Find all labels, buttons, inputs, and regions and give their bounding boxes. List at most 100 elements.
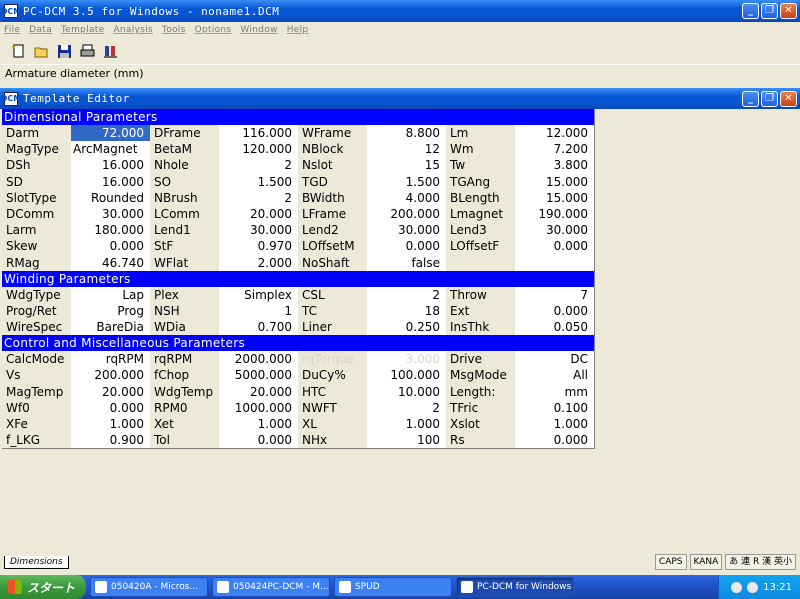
menu-analysis[interactable]: Analysis [113, 22, 152, 38]
editor-titlebar[interactable]: DCM Template Editor _ ❐ ✕ [0, 88, 800, 109]
editor-restore-button[interactable]: ❐ [761, 91, 778, 107]
parameter-value[interactable]: rqRPM [71, 351, 150, 368]
parameter-value[interactable]: 12.000 [515, 125, 594, 142]
parameter-value[interactable]: 0.000 [71, 238, 150, 255]
parameter-value[interactable]: 116.000 [219, 125, 298, 142]
parameter-value[interactable]: 200.000 [71, 367, 150, 384]
tray-icon[interactable] [731, 581, 743, 593]
parameter-value[interactable]: 0.900 [71, 432, 150, 449]
parameter-value[interactable]: 1.000 [515, 416, 594, 433]
print-icon[interactable] [79, 43, 96, 60]
parameter-value[interactable]: 0.970 [219, 238, 298, 255]
parameter-value[interactable]: 16.000 [71, 157, 150, 174]
parameter-value[interactable]: 15.000 [515, 189, 594, 206]
parameter-value[interactable] [515, 254, 594, 271]
parameter-value[interactable]: BareDia [71, 319, 150, 336]
parameter-value[interactable]: 10.000 [367, 383, 446, 400]
parameter-value[interactable]: 2.000 [219, 254, 298, 271]
parameter-value[interactable]: 7 [515, 286, 594, 303]
new-document-icon[interactable] [10, 43, 27, 60]
parameter-value[interactable]: 18 [367, 302, 446, 320]
parameter-value[interactable]: 2000.000 [219, 351, 298, 368]
app-titlebar[interactable]: DCM PC-DCM 3.5 for Windows - noname1.DCM… [0, 0, 800, 22]
parameter-value[interactable]: DC [515, 351, 594, 368]
parameter-value[interactable]: 0.000 [515, 238, 594, 255]
parameter-value[interactable]: 30.000 [367, 222, 446, 239]
parameter-value[interactable]: 30.000 [71, 205, 150, 223]
parameter-value[interactable]: 180.000 [71, 222, 150, 239]
menu-window[interactable]: Window [240, 22, 277, 38]
start-button[interactable]: スタート [0, 575, 86, 599]
parameter-value[interactable]: 1.500 [219, 173, 298, 190]
parameter-value[interactable]: 20.000 [219, 205, 298, 223]
parameter-value[interactable]: 3.000 [367, 351, 446, 368]
parameter-value[interactable]: 5000.000 [219, 367, 298, 384]
parameter-value[interactable]: 0.000 [367, 238, 446, 255]
parameter-value[interactable]: 2 [367, 399, 446, 416]
parameter-value[interactable]: 0.000 [219, 432, 298, 449]
motor-icon[interactable] [102, 43, 119, 60]
parameter-value[interactable]: Lap [71, 286, 150, 303]
menu-tools[interactable]: Tools [162, 22, 186, 38]
task-spud[interactable]: SPUD [334, 577, 452, 597]
parameter-value[interactable]: 7.200 [515, 141, 594, 158]
parameter-value[interactable]: Rounded [71, 189, 150, 206]
parameter-value[interactable]: All [515, 367, 594, 384]
parameter-value[interactable]: 30.000 [219, 222, 298, 239]
parameter-value[interactable]: 1 [219, 302, 298, 320]
minimize-button[interactable]: _ [742, 3, 759, 19]
parameter-value[interactable]: 200.000 [367, 205, 446, 223]
parameter-value[interactable]: Prog [71, 302, 150, 320]
clock[interactable]: 13:21 [763, 582, 792, 593]
menu-options[interactable]: Options [195, 22, 232, 38]
parameter-value[interactable]: 1.000 [367, 416, 446, 433]
parameter-value[interactable]: 2 [367, 286, 446, 303]
parameter-value[interactable]: 15.000 [515, 173, 594, 190]
parameter-value[interactable]: 100.000 [367, 367, 446, 384]
parameter-value[interactable]: 2 [219, 189, 298, 206]
parameter-value[interactable]: 20.000 [71, 383, 150, 400]
editor-minimize-button[interactable]: _ [742, 91, 759, 107]
parameter-value[interactable]: 16.000 [71, 173, 150, 190]
parameter-value[interactable]: Simplex [219, 286, 298, 303]
parameter-value[interactable]: 30.000 [515, 222, 594, 239]
parameter-value[interactable]: 0.000 [71, 399, 150, 416]
parameter-value[interactable]: 1.500 [367, 173, 446, 190]
parameter-value[interactable]: 4.000 [367, 189, 446, 206]
parameter-value[interactable]: ArcMagnet [71, 141, 150, 158]
parameter-value[interactable]: 8.800 [367, 125, 446, 142]
save-disk-icon[interactable] [56, 43, 73, 60]
parameter-value[interactable]: 20.000 [219, 383, 298, 400]
parameter-value[interactable]: 1.000 [71, 416, 150, 433]
parameter-value[interactable]: 120.000 [219, 141, 298, 158]
task-pcdcm-doc[interactable]: 050424PC-DCM - M... [212, 577, 330, 597]
parameter-value[interactable]: 3.800 [515, 157, 594, 174]
restore-button[interactable]: ❐ [761, 3, 778, 19]
menu-file[interactable]: File [4, 22, 20, 38]
menu-template[interactable]: Template [61, 22, 104, 38]
editor-close-button[interactable]: ✕ [780, 91, 797, 107]
menu-data[interactable]: Data [29, 22, 52, 38]
parameter-value[interactable]: 1000.000 [219, 399, 298, 416]
task-word-doc[interactable]: 050420A - Micros... [90, 577, 208, 597]
parameter-value[interactable]: 0.000 [515, 432, 594, 449]
tab-dimensions[interactable]: Dimensions [4, 556, 69, 569]
parameter-value[interactable]: 0.250 [367, 319, 446, 336]
parameter-value[interactable]: false [367, 254, 446, 271]
parameter-value[interactable]: 46.740 [71, 254, 150, 271]
parameter-value[interactable]: 72.000 [71, 125, 150, 142]
open-folder-icon[interactable] [33, 43, 50, 60]
parameter-value[interactable]: 1.000 [219, 416, 298, 433]
menu-help[interactable]: Help [287, 22, 309, 38]
parameter-value[interactable]: 15 [367, 157, 446, 174]
parameter-value[interactable]: 0.050 [515, 319, 594, 336]
tray-icon[interactable] [747, 581, 759, 593]
task-pcdcm-app[interactable]: PC-DCM for Windows [456, 577, 574, 597]
parameter-value[interactable]: mm [515, 383, 594, 400]
parameter-value[interactable]: 0.100 [515, 399, 594, 416]
parameter-value[interactable]: 2 [219, 157, 298, 174]
parameter-value[interactable]: 100 [367, 432, 446, 449]
parameter-value[interactable]: 0.700 [219, 319, 298, 336]
ime-mode-text[interactable]: あ 連 R 漢 英小 [725, 554, 796, 570]
parameter-value[interactable]: 0.000 [515, 302, 594, 320]
